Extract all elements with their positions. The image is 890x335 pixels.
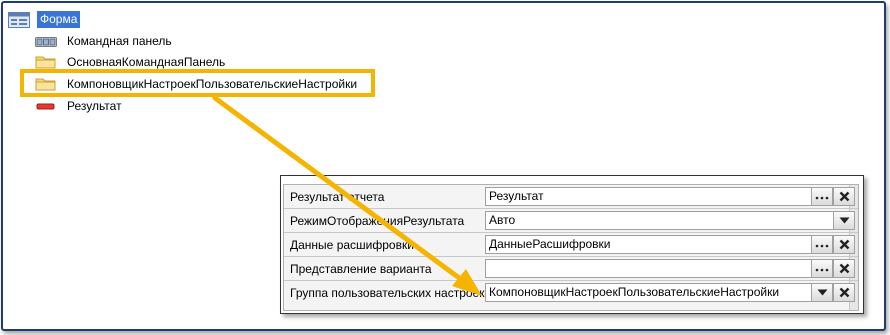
details-data-field[interactable]: ДанныеРасшифровки	[485, 235, 812, 254]
tree-item-command-panel[interactable]: Командная панель	[35, 32, 172, 50]
chevron-down-icon	[839, 217, 849, 224]
clear-button[interactable]	[833, 283, 855, 302]
dropdown-button[interactable]	[811, 283, 833, 302]
property-label: РежимОтображенияРезультата	[290, 214, 465, 228]
ellipsis-icon	[815, 196, 829, 199]
select-button[interactable]	[811, 259, 833, 278]
property-label: Данные расшифровки	[290, 238, 414, 252]
close-icon	[839, 287, 849, 298]
tree-item-label: Командная панель	[67, 34, 172, 48]
clear-button[interactable]	[833, 187, 855, 206]
folder-icon	[35, 55, 57, 69]
tree-root-form[interactable]: Форма	[37, 11, 81, 28]
property-label: Представление варианта	[290, 262, 432, 276]
tree-item-result[interactable]: Результат	[35, 97, 122, 115]
chevron-down-icon	[817, 289, 827, 296]
command-panel-icon	[35, 34, 57, 48]
result-field[interactable]: Результат	[485, 187, 812, 206]
property-row-display-mode: РежимОтображенияРезультата Авто	[284, 209, 858, 233]
display-mode-field[interactable]: Авто	[485, 211, 834, 230]
property-label: Результат отчета	[290, 190, 385, 204]
close-icon	[839, 191, 849, 202]
ellipsis-icon	[815, 268, 829, 271]
highlight-box	[20, 69, 375, 97]
dropdown-button[interactable]	[833, 211, 855, 230]
tree-item-label: ОсновнаяКоманднаяПанель	[67, 55, 226, 69]
property-row-variant-view: Представление варианта	[284, 257, 858, 281]
user-settings-group-field[interactable]: КомпоновщикНастроекПользовательскиеНастр…	[485, 283, 812, 302]
properties-panel: Результат отчета Результат РежимОтображе…	[280, 175, 864, 314]
property-row-result: Результат отчета Результат	[284, 185, 858, 209]
property-row-user-settings-group: Группа пользовательских настроек Компоно…	[284, 281, 858, 304]
properties-grid: Результат отчета Результат РежимОтображе…	[283, 184, 859, 311]
clear-button[interactable]	[833, 235, 855, 254]
property-label: Группа пользовательских настроек	[290, 286, 485, 300]
close-icon	[839, 239, 849, 250]
select-button[interactable]	[811, 187, 833, 206]
close-icon	[839, 263, 849, 274]
field-icon	[35, 99, 57, 113]
property-row-details-data: Данные расшифровки ДанныеРасшифровки	[284, 233, 858, 257]
clear-button[interactable]	[833, 259, 855, 278]
variant-view-field[interactable]	[485, 259, 812, 278]
tree-item-label: Результат	[67, 99, 122, 113]
ellipsis-icon	[815, 244, 829, 247]
select-button[interactable]	[811, 235, 833, 254]
form-icon	[8, 12, 30, 28]
